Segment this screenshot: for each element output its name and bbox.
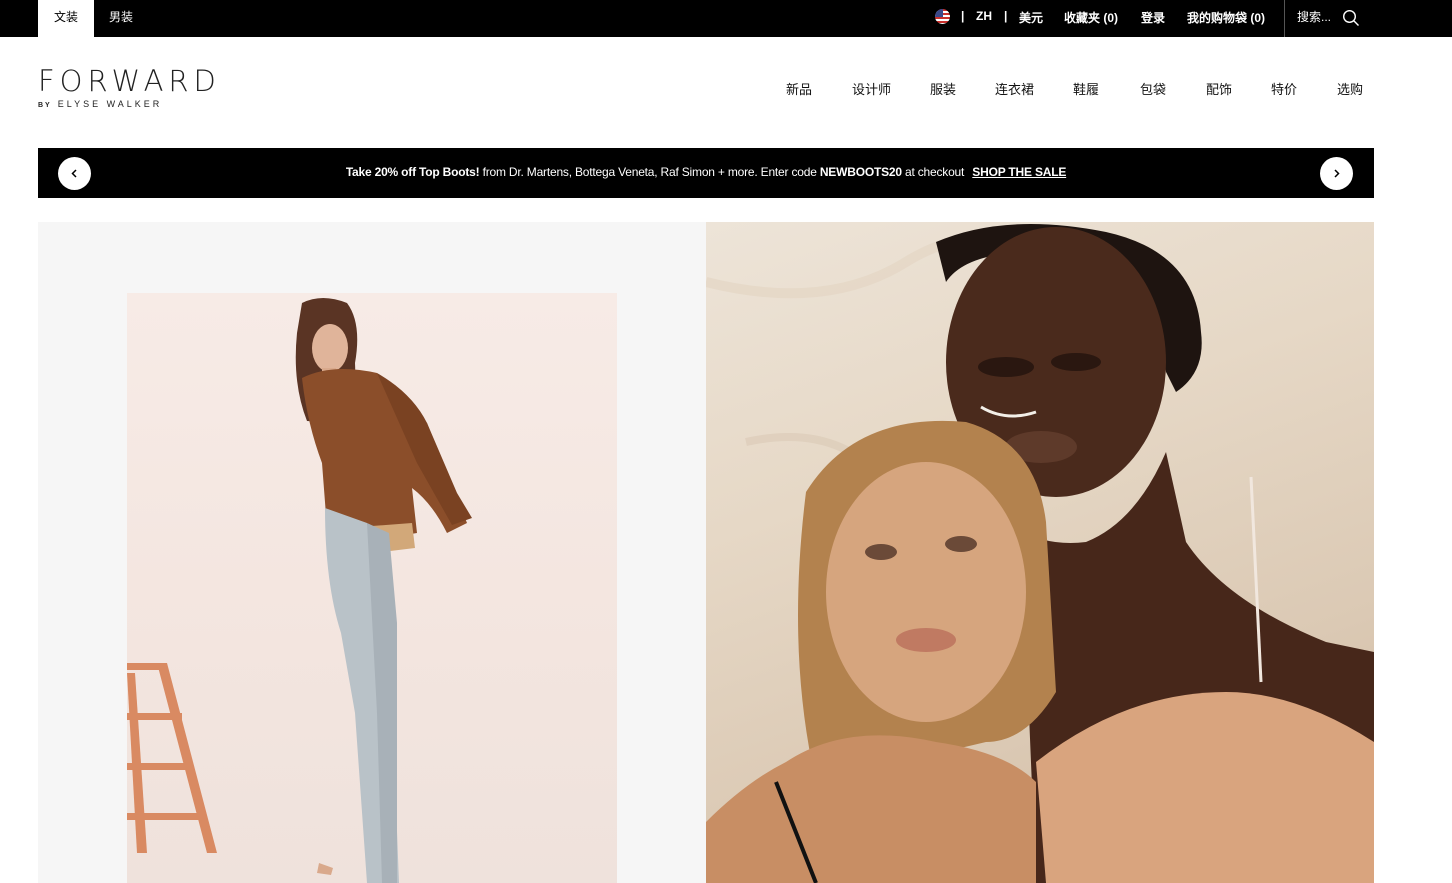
promo-text-end: at checkout <box>901 165 965 179</box>
separator: | <box>961 9 965 23</box>
logo[interactable]: FORWARD BY ELYSE WALKER <box>38 66 222 116</box>
top-bar: 文装 男装 | ZH | 美元 收藏夹 (0) 登录 我的购物袋 (0) <box>0 0 1452 37</box>
logo-by: BY <box>38 102 52 109</box>
logo-sub: ELYSE WALKER <box>57 99 163 109</box>
promo-code: NEWBOOTS20 <box>819 165 902 179</box>
two-models-photo <box>706 224 1374 883</box>
login-link[interactable]: 登录 <box>1141 9 1165 26</box>
tab-women[interactable]: 文装 <box>38 0 94 37</box>
search-input[interactable] <box>1297 10 1337 24</box>
tab-men[interactable]: 男装 <box>109 0 133 37</box>
hero-right-panel[interactable] <box>706 222 1374 883</box>
currency-selector[interactable]: 美元 <box>1019 9 1043 26</box>
promo-headline: Take 20% off Top Boots! <box>345 165 480 179</box>
promo-message: Take 20% off Top Boots! from Dr. Martens… <box>38 165 1374 179</box>
promo-text: from Dr. Martens, Bottega Veneta, Raf Si… <box>479 165 820 179</box>
logo-wordmark: FORWARD <box>38 64 221 98</box>
nav-new[interactable]: 新品 <box>786 79 812 98</box>
promo-next-button[interactable] <box>1320 157 1353 190</box>
promo-banner: Take 20% off Top Boots! from Dr. Martens… <box>38 148 1374 198</box>
logo-tagline: BY ELYSE WALKER <box>38 99 222 109</box>
nav-sale[interactable]: 特价 <box>1271 79 1297 98</box>
shop-the-sale-link[interactable]: SHOP THE SALE <box>972 165 1066 179</box>
nav-designers[interactable]: 设计师 <box>852 79 891 98</box>
nav-bags[interactable]: 包袋 <box>1140 79 1166 98</box>
favorites-link[interactable]: 收藏夹 (0) <box>1064 9 1118 26</box>
separator: | <box>1004 9 1008 23</box>
search-icon[interactable] <box>1342 9 1360 27</box>
nav-clothing[interactable]: 服装 <box>930 79 956 98</box>
chevron-right-icon <box>1334 169 1340 178</box>
model-illustration <box>127 298 472 883</box>
cart-link[interactable]: 我的购物袋 (0) <box>1187 9 1265 26</box>
nav-shoes[interactable]: 鞋履 <box>1073 79 1099 98</box>
flag-us-icon[interactable] <box>935 9 950 24</box>
nav-dresses[interactable]: 连衣裙 <box>995 79 1034 98</box>
model-photo-jacket[interactable] <box>127 293 617 883</box>
search-box <box>1284 0 1452 37</box>
language-selector[interactable]: ZH <box>976 9 992 23</box>
nav-accessories[interactable]: 配饰 <box>1206 79 1232 98</box>
nav-shop[interactable]: 选购 <box>1337 79 1363 98</box>
hero-left-panel[interactable] <box>38 222 706 883</box>
